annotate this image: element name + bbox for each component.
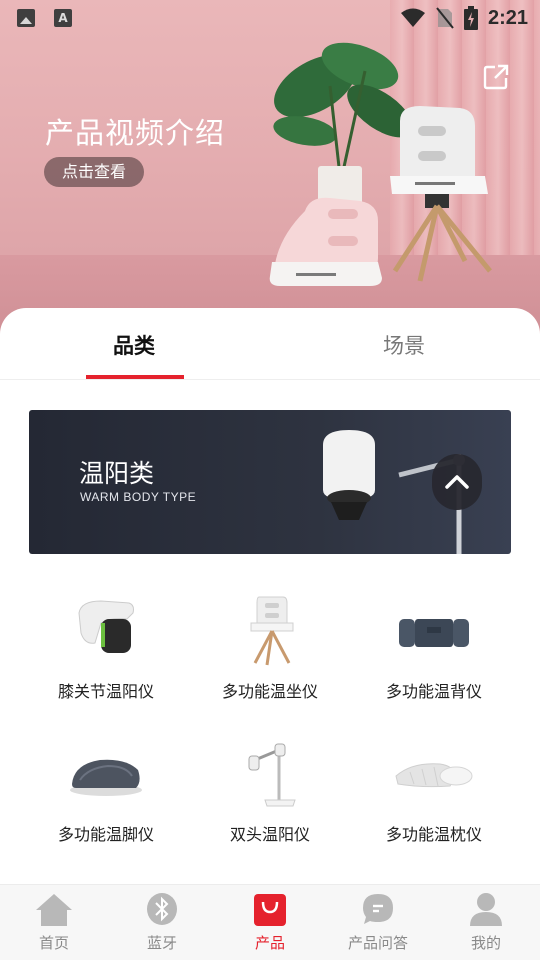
hero-title: 产品视频介绍	[45, 116, 226, 150]
share-icon[interactable]	[483, 64, 509, 90]
product-back-device[interactable]: 多功能温背仪	[344, 583, 524, 713]
active-tab-indicator	[86, 375, 184, 379]
nav-item-mine[interactable]: 我的	[432, 885, 540, 960]
tab-scene[interactable]: 场景	[383, 330, 425, 360]
nav-label: 产品	[254, 934, 285, 952]
nav-item-products[interactable]: 产品	[216, 885, 324, 960]
shopping-bag-icon	[254, 894, 286, 926]
knee-device-icon	[78, 600, 134, 653]
category-tabs: 品类 场景	[0, 308, 540, 380]
product-seat-device[interactable]: 多功能温坐仪	[180, 583, 360, 713]
nav-label: 首页	[38, 934, 69, 952]
clock: 2:21	[487, 6, 528, 29]
product-label: 多功能温坐仪	[221, 682, 318, 701]
status-bar: A 2:21	[0, 0, 540, 36]
nav-item-bluetooth[interactable]: 蓝牙	[108, 885, 216, 960]
home-icon	[36, 894, 72, 926]
product-dual-head-device[interactable]: 双头温阳仪	[180, 726, 360, 856]
foot-device-icon	[70, 759, 142, 796]
content-sheet: 品类 场景 温阳类 WARM BODY TYPE 膝关节温阳仪 多功能温坐仪 多…	[0, 308, 540, 884]
nav-item-home[interactable]: 首页	[0, 885, 108, 960]
product-pillow-device[interactable]: 多功能温枕仪	[344, 726, 524, 856]
no-sim-icon	[436, 7, 454, 29]
product-label: 双头温阳仪	[229, 825, 310, 844]
banner-subtitle: WARM BODY TYPE	[80, 490, 197, 504]
nav-label: 产品问答	[347, 934, 408, 952]
user-icon	[470, 893, 502, 926]
text-a-icon: A	[54, 9, 72, 27]
product-label: 多功能温枕仪	[385, 825, 482, 844]
category-banner[interactable]: 温阳类 WARM BODY TYPE	[29, 410, 511, 554]
pillow-device-icon	[395, 763, 473, 788]
product-label: 多功能温背仪	[385, 682, 482, 701]
nav-label: 我的	[470, 934, 501, 952]
hero-product-image	[269, 42, 492, 286]
seat-device-icon	[250, 596, 294, 666]
image-icon	[17, 9, 35, 27]
bottom-nav: 首页 蓝牙 产品 产品问答 我的	[0, 884, 540, 960]
nav-item-qa[interactable]: 产品问答	[324, 885, 432, 960]
product-knee-device[interactable]: 膝关节温阳仪	[16, 583, 196, 713]
chat-icon	[363, 894, 393, 924]
chevron-up-icon[interactable]	[432, 454, 482, 510]
product-label: 膝关节温阳仪	[57, 682, 154, 701]
battery-charging-icon	[463, 6, 478, 30]
product-foot-device[interactable]: 多功能温脚仪	[16, 726, 196, 856]
view-video-button[interactable]: 点击查看	[44, 157, 144, 187]
back-device-icon	[399, 619, 469, 647]
nav-label: 蓝牙	[146, 934, 177, 952]
tab-category[interactable]: 品类	[113, 330, 155, 360]
product-label: 多功能温脚仪	[57, 825, 154, 844]
bluetooth-icon	[147, 893, 177, 925]
banner-title: 温阳类	[79, 459, 155, 488]
wifi-icon	[400, 8, 425, 27]
dual-head-device-icon	[248, 743, 296, 807]
